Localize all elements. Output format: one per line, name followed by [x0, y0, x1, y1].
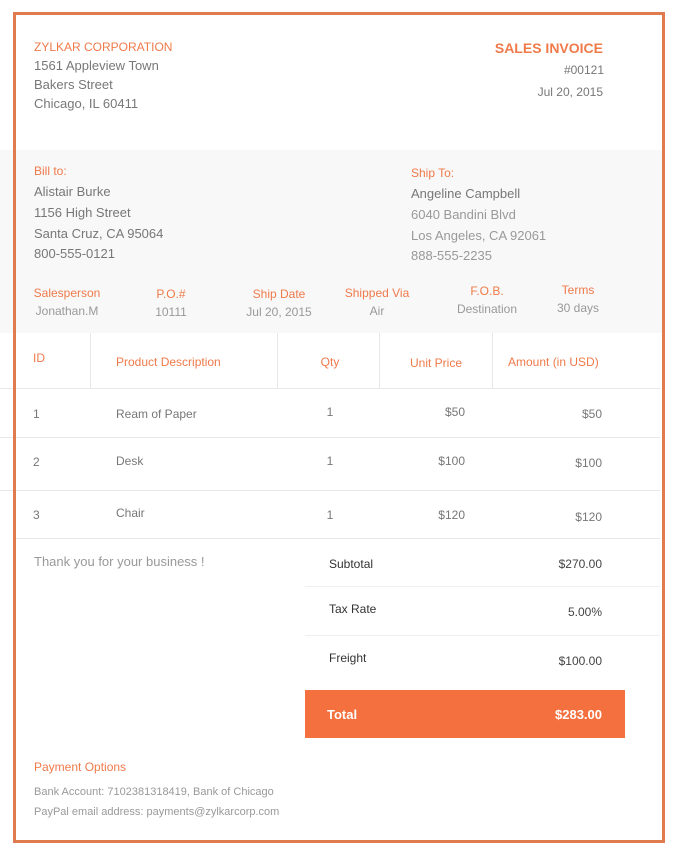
cell-id: 2: [33, 455, 40, 469]
cell-description: Chair: [116, 506, 145, 520]
bill-to-line: 1156 High Street: [34, 205, 131, 220]
meta-value: 10111: [155, 305, 187, 319]
row-divider: [0, 490, 660, 491]
total-value: $283.00: [555, 707, 602, 722]
meta-label: F.O.B.: [470, 284, 504, 298]
cell-amount: $120: [575, 510, 602, 524]
meta-value: Air: [369, 304, 385, 318]
meta-label: P.O.#: [156, 287, 186, 301]
cell-description: Desk: [116, 454, 144, 468]
cell-qty: 1: [326, 508, 334, 522]
ship-to-label: Ship To:: [411, 166, 455, 180]
meta-value: Jonathan.M: [35, 304, 99, 318]
bill-to-line: 800-555-0121: [34, 246, 115, 261]
cell-amount: $100: [575, 456, 602, 470]
table-header-amount: Amount (in USD): [508, 355, 599, 369]
meta-label: Ship Date: [252, 287, 306, 301]
meta-value: Jul 20, 2015: [246, 305, 312, 319]
bill-to-line: Santa Cruz, CA 95064: [34, 226, 164, 241]
company-address-line: Chicago, IL 60411: [34, 96, 139, 111]
freight-label: Freight: [329, 651, 367, 665]
payment-options-title: Payment Options: [34, 760, 127, 774]
meta-label: Shipped Via: [344, 286, 410, 300]
subtotal-value: $270.00: [558, 557, 602, 571]
summary-divider: [305, 635, 660, 636]
ship-to-line: 888-555-2235: [411, 248, 492, 263]
company-address-line: Bakers Street: [34, 77, 113, 92]
invoice-date: Jul 20, 2015: [537, 85, 603, 99]
meta-label: Terms: [561, 283, 595, 297]
row-divider: [0, 437, 660, 438]
cell-description: Ream of Paper: [116, 407, 197, 421]
meta-value: Destination: [456, 302, 518, 316]
row-divider: [13, 538, 660, 539]
cell-qty: 1: [326, 405, 334, 419]
column-divider: [492, 333, 493, 388]
column-divider: [90, 333, 91, 388]
meta-value: 30 days: [556, 301, 600, 315]
tax-rate-value: 5.00%: [567, 605, 602, 619]
bill-to-label: Bill to:: [34, 164, 67, 178]
freight-value: $100.00: [558, 654, 602, 668]
invoice-title: SALES INVOICE: [494, 40, 603, 56]
subtotal-label: Subtotal: [329, 557, 374, 571]
table-header-id: ID: [33, 351, 45, 365]
cell-id: 3: [33, 508, 40, 522]
cell-id: 1: [33, 407, 40, 421]
cell-unit-price: $100: [438, 454, 465, 468]
cell-amount: $50: [581, 407, 602, 421]
paypal-email: PayPal email address: payments@zylkarcor…: [34, 806, 280, 818]
bank-account: Bank Account: 7102381318419, Bank of Chi…: [34, 786, 274, 798]
column-divider: [379, 333, 380, 388]
summary-divider: [305, 586, 660, 587]
tax-rate-label: Tax Rate: [329, 602, 377, 616]
invoice-number: #00121: [563, 63, 604, 77]
ship-to-line: Los Angeles, CA 92061: [411, 228, 547, 243]
table-header-unit-price: Unit Price: [410, 356, 463, 370]
company-name: ZYLKAR CORPORATION: [34, 40, 173, 54]
thank-you-note: Thank you for your business !: [34, 554, 205, 569]
cell-qty: 1: [326, 454, 334, 468]
table-header-qty: Qty: [320, 355, 340, 369]
column-divider: [277, 333, 278, 388]
bill-to-name: Alistair Burke: [34, 184, 111, 199]
ship-to-line: 6040 Bandini Blvd: [411, 207, 516, 222]
meta-label: Salesperson: [33, 286, 101, 300]
row-divider: [0, 388, 660, 389]
ship-to-name: Angeline Campbell: [411, 186, 521, 201]
company-address-line: 1561 Appleview Town: [34, 58, 159, 73]
cell-unit-price: $50: [444, 405, 465, 419]
total-label: Total: [327, 707, 358, 722]
table-header-description: Product Description: [116, 355, 221, 369]
cell-unit-price: $120: [438, 508, 465, 522]
total-bar: Total $283.00: [305, 690, 625, 738]
